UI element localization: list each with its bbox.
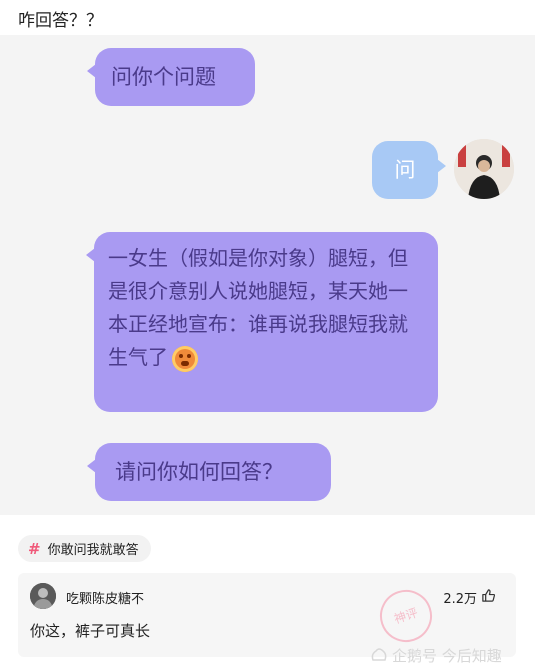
hashtag-icon: # [28,539,41,558]
thumbs-up-icon [481,588,496,607]
chat-screenshot: 问你个问题 问 一女生（假如是你对象）腿短，但是很介意别人说她腿短，某天她一本正… [0,35,535,515]
post-title: 咋回答？？ [18,11,103,31]
comment-text: 你这，裤子可真长 [30,622,151,640]
like-count: 2.2万 [443,592,477,607]
watermark-text: 企鹅号 今后知趣 [392,647,502,665]
commenter-name[interactable]: 吃颗陈皮糖不 [66,588,144,607]
chat-bubble-right: 问 [372,141,446,199]
like-button[interactable]: 2.2万 [443,588,496,607]
user-avatar [454,139,514,199]
penguin-icon [370,646,388,666]
topic-tag[interactable]: # 你敢问我就敢答 [18,535,151,562]
chat-bubble-left: 一女生（假如是你对象）腿短，但是很介意别人说她腿短，某天她一本正经地宣布：谁再说… [86,232,438,412]
chat-bubble-left: 问你个问题 [87,48,255,106]
message-text: 一女生（假如是你对象）腿短，但是很介意别人说她腿短，某天她一本正经地宣布：谁再说… [108,246,408,369]
chat-bubble-left: 请问你如何回答？ [87,443,331,501]
watermark: 企鹅号 今后知趣 [370,645,502,666]
angry-emoji-icon [172,345,198,372]
topic-label: 你敢问我就敢答 [47,543,139,558]
commenter-avatar[interactable] [30,583,56,609]
